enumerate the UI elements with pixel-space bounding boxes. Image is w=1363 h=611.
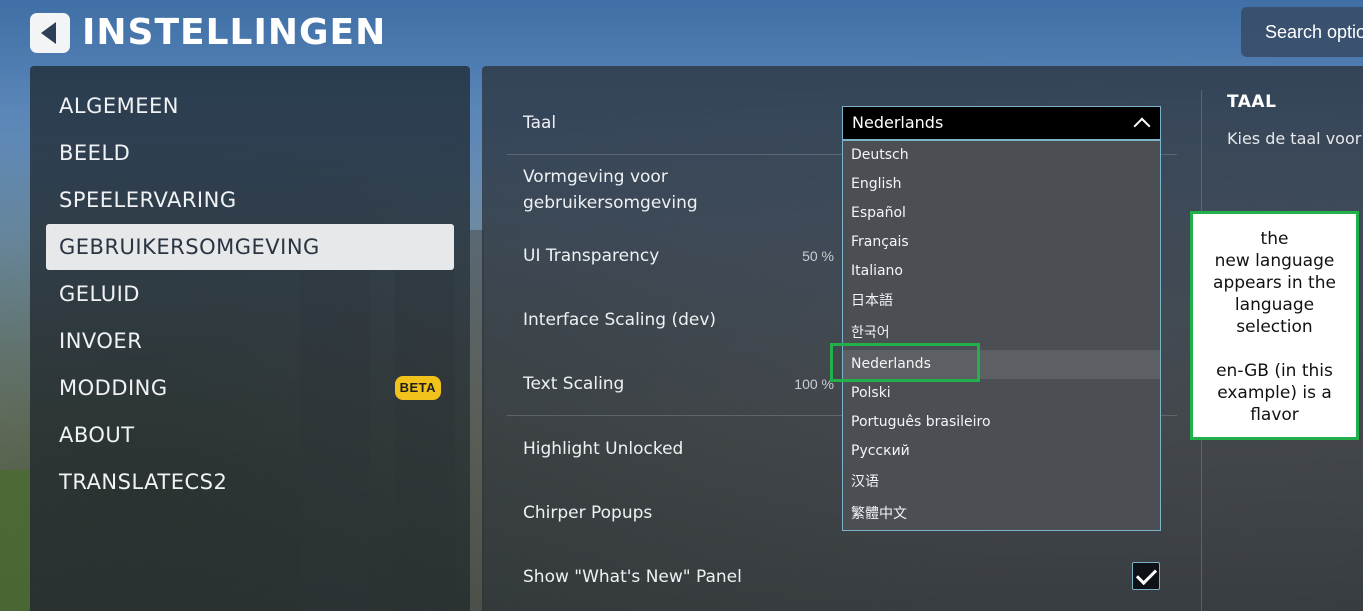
annotation-line: example) is a [1217,383,1332,403]
sidebar-item-beeld[interactable]: BEELD [46,130,454,176]
sidebar-item-invoer[interactable]: INVOER [46,318,454,364]
sidebar-item-translatecs2[interactable]: TRANSLATECS2 [46,459,454,505]
annotation-callout: the new language appears in the language… [1190,211,1359,440]
sidebar-item-about[interactable]: ABOUT [46,412,454,458]
chirper-popups-label: Chirper Popups [523,503,653,523]
language-option[interactable]: English [843,170,1160,199]
language-selected-value: Nederlands [852,113,944,132]
sidebar-item-gebruikersomgeving[interactable]: GEBRUIKERSOMGEVING [46,224,454,270]
beta-badge: BETA [394,376,441,400]
language-option[interactable]: Português brasileiro [843,408,1160,437]
info-description: Kies de taal voor [1227,129,1362,148]
sidebar-item-geluid[interactable]: GELUID [46,271,454,317]
language-options-list: Deutsch English Español Français Italian… [842,140,1161,531]
language-option[interactable]: Deutsch [843,141,1160,170]
info-title: TAAL [1227,92,1277,112]
language-option[interactable]: Français [843,228,1160,257]
back-button[interactable] [30,13,70,53]
language-option[interactable]: 日本語 [843,287,1160,316]
language-option[interactable]: Русский [843,437,1160,466]
whats-new-label: Show "What's New" Panel [523,567,742,587]
text-scaling-value: 100 % [794,376,834,392]
sidebar-item-speelervaring[interactable]: SPEELERVARING [46,177,454,223]
sidebar-item-modding[interactable]: MODDING BETA [46,365,454,411]
sidebar-item-algemeen[interactable]: ALGEMEEN [46,83,454,129]
language-label: Taal [523,113,557,133]
chevron-up-icon [1133,117,1151,135]
language-option[interactable]: Italiano [843,257,1160,286]
ui-style-label: Vormgeving voor gebruikersomgeving [523,167,698,213]
language-option[interactable]: 汉语 [843,468,1160,497]
back-arrow-icon [41,22,56,44]
search-options-button[interactable]: Search options [1241,7,1363,57]
sidebar-item-label: MODDING [59,376,168,400]
language-option[interactable]: 繁體中文 [843,500,1160,529]
ui-transparency-value: 50 % [802,248,834,264]
whats-new-checkbox[interactable] [1132,562,1160,590]
annotation-line: selection [1236,317,1313,337]
annotation-gap [1193,338,1356,360]
annotation-line: appears in the [1213,273,1336,293]
annotation-line: en-GB (in this [1216,361,1333,381]
annotation-line: new language [1214,251,1335,271]
annotation-line: flavor [1250,405,1299,425]
language-option[interactable]: 한국어 [843,319,1160,348]
settings-sidebar: ALGEMEEN BEELD SPEELERVARING GEBRUIKERSO… [30,66,470,611]
interface-scaling-label: Interface Scaling (dev) [523,310,717,330]
annotation-line: language [1234,295,1315,315]
ui-transparency-label: UI Transparency [523,246,660,266]
page-title: INSTELLINGEN [82,12,387,53]
language-dropdown[interactable]: Nederlands [842,106,1161,140]
annotation-line: the [1260,229,1289,249]
highlight-unlocked-label: Highlight Unlocked [523,439,684,459]
language-option[interactable]: Español [843,199,1160,228]
language-option[interactable]: Polski [843,379,1160,408]
text-scaling-label: Text Scaling [523,374,625,394]
checkmark-icon [1135,563,1158,586]
language-option-selected[interactable]: Nederlands [843,350,1160,379]
